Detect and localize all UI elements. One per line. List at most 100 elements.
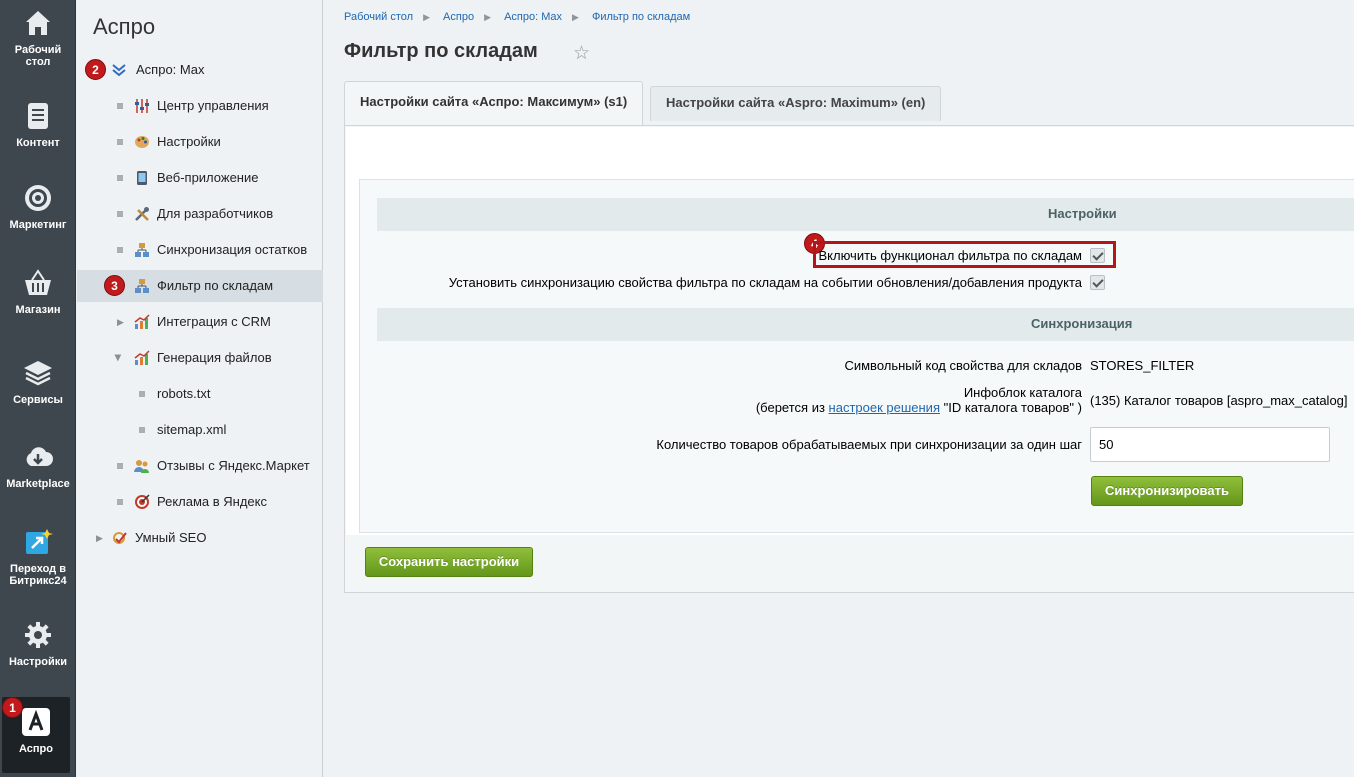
menu-item-developers[interactable]: Для разработчиков bbox=[77, 198, 323, 230]
menu-item-yandex-market-reviews[interactable]: Отзывы с Яндекс.Маркет bbox=[77, 450, 323, 482]
menu-item-stores-filter[interactable]: 3 Фильтр по складам bbox=[77, 270, 323, 302]
target-icon bbox=[135, 494, 150, 509]
iblock-value: (135) Каталог товаров [aspro_max_catalog… bbox=[1090, 393, 1348, 408]
rail-label: Контент bbox=[16, 137, 60, 149]
breadcrumb-link[interactable]: Аспро bbox=[443, 11, 474, 23]
rail-shop[interactable]: Магазин bbox=[0, 268, 76, 316]
step-badge: 1 bbox=[2, 697, 23, 718]
expand-arrow-icon[interactable]: ▶ bbox=[117, 306, 124, 338]
network-icon bbox=[135, 243, 149, 257]
menu-item-sitemap[interactable]: sitemap.xml bbox=[77, 414, 323, 446]
menu-item-label: Умный SEO bbox=[135, 530, 207, 545]
iblock-label-suffix: "ID каталога товаров" ) bbox=[939, 400, 1082, 415]
menu-root-aspro-max[interactable]: 2 Аспро: Max bbox=[77, 54, 323, 86]
menu-item-control-center[interactable]: Центр управления bbox=[77, 90, 323, 122]
property-code-label: Символьный код свойства для складов bbox=[844, 358, 1082, 373]
rail-bitrix24[interactable]: Переход в Битрикс24 bbox=[0, 527, 76, 587]
breadcrumb-link[interactable]: Рабочий стол bbox=[344, 11, 413, 23]
gear-icon bbox=[25, 622, 51, 648]
breadcrumb-link[interactable]: Фильтр по складам bbox=[592, 11, 690, 23]
bullet-icon bbox=[139, 427, 145, 433]
iblock-label-prefix: (берется из bbox=[755, 400, 829, 415]
menu-item-label: Интеграция с CRM bbox=[157, 314, 271, 329]
collapse-arrow-icon[interactable]: ▶ bbox=[102, 355, 134, 362]
chevron-right-icon: ▶ bbox=[484, 12, 491, 22]
users-icon bbox=[134, 460, 149, 473]
enable-filter-checkbox[interactable] bbox=[1090, 248, 1105, 263]
rail-label: стол bbox=[25, 56, 51, 68]
tab-site-en[interactable]: Настройки сайта «Aspro: Maximum» (en) bbox=[650, 86, 942, 121]
iblock-label-title: Инфоблок каталога bbox=[963, 385, 1082, 400]
bullet-icon bbox=[117, 211, 123, 217]
menu-item-label: Фильтр по складам bbox=[157, 278, 274, 293]
aspro-logo-icon bbox=[22, 708, 50, 736]
star-icon[interactable]: ☆ bbox=[573, 42, 590, 65]
home-icon bbox=[26, 11, 50, 35]
items-per-step-label: Количество товаров обрабатываемых при си… bbox=[656, 437, 1082, 452]
menu-item-label: Центр управления bbox=[157, 98, 269, 113]
left-rail: Рабочий стол Контент Маркетинг Магазин С… bbox=[0, 0, 76, 777]
chevron-right-icon: ▶ bbox=[423, 12, 430, 22]
phone-icon bbox=[137, 171, 147, 185]
menu-item-label: Реклама в Яндекс bbox=[157, 494, 267, 509]
target-icon bbox=[25, 185, 51, 211]
aspro-chevron-icon bbox=[112, 64, 126, 77]
bullet-icon bbox=[117, 139, 123, 145]
rail-label: Битрикс24 bbox=[9, 575, 67, 587]
iblock-label: Инфоблок каталога (берется из настроек р… bbox=[756, 385, 1082, 415]
tools-icon bbox=[135, 207, 149, 221]
menu-item-robots[interactable]: robots.txt bbox=[77, 378, 323, 410]
expand-arrow-icon[interactable]: ▶ bbox=[96, 522, 103, 554]
seo-icon bbox=[113, 532, 127, 544]
menu-item-stock-sync[interactable]: Синхронизация остатков bbox=[77, 234, 323, 266]
section-menu: Аспро 2 Аспро: Max Центр управления Наст… bbox=[77, 0, 323, 777]
sync-property-checkbox[interactable] bbox=[1090, 275, 1105, 290]
menu-item-label: Отзывы с Яндекс.Маркет bbox=[157, 458, 310, 473]
rail-marketing[interactable]: Маркетинг bbox=[0, 183, 76, 231]
menu-item-file-generation[interactable]: ▶ Генерация файлов bbox=[77, 342, 323, 374]
synchronize-button[interactable]: Синхронизировать bbox=[1091, 476, 1243, 506]
bullet-icon bbox=[117, 247, 123, 253]
bullet-icon bbox=[117, 499, 123, 505]
step-badge: 2 bbox=[85, 59, 106, 80]
property-code-value: STORES_FILTER bbox=[1090, 358, 1195, 373]
bullet-icon bbox=[117, 103, 123, 109]
page-title: Фильтр по складам bbox=[344, 40, 538, 62]
cloud-download-icon bbox=[26, 447, 53, 466]
sync-property-label: Установить синхронизацию свойства фильтр… bbox=[448, 275, 1082, 290]
tab-site-s1[interactable]: Настройки сайта «Аспро: Максимум» (s1) bbox=[344, 81, 644, 127]
external-link-icon bbox=[26, 529, 53, 554]
enable-filter-label: Включить функционал фильтра по складам bbox=[818, 248, 1083, 263]
document-icon bbox=[28, 103, 48, 129]
menu-item-label: sitemap.xml bbox=[157, 422, 227, 437]
rail-content[interactable]: Контент bbox=[0, 101, 76, 149]
rail-services[interactable]: Сервисы bbox=[0, 358, 76, 406]
rail-label: Рабочий bbox=[14, 44, 62, 56]
menu-item-smart-seo[interactable]: ▶ Умный SEO bbox=[77, 522, 323, 554]
rail-label: Аспро bbox=[19, 743, 53, 755]
chart-icon bbox=[134, 314, 150, 329]
menu-item-label: Настройки bbox=[157, 134, 221, 149]
menu-item-label: Для разработчиков bbox=[157, 206, 274, 221]
menu-item-crm[interactable]: ▶ Интеграция с CRM bbox=[77, 306, 323, 338]
rail-settings[interactable]: Настройки bbox=[0, 620, 76, 668]
menu-item-label: Синхронизация остатков bbox=[157, 242, 308, 257]
section-header-sync: Синхронизация bbox=[377, 308, 1354, 341]
rail-label: Marketplace bbox=[6, 478, 70, 490]
step-badge: 3 bbox=[104, 275, 125, 296]
breadcrumb-link[interactable]: Аспро: Max bbox=[504, 11, 562, 23]
bullet-icon bbox=[117, 463, 123, 469]
menu-item-settings[interactable]: Настройки bbox=[77, 126, 323, 158]
save-settings-button[interactable]: Сохранить настройки bbox=[365, 547, 533, 577]
chevron-right-icon: ▶ bbox=[571, 12, 579, 22]
menu-item-yandex-ads[interactable]: Реклама в Яндекс bbox=[77, 486, 323, 518]
items-per-step-input[interactable]: 50 bbox=[1090, 427, 1330, 462]
rail-marketplace[interactable]: Marketplace bbox=[0, 442, 76, 490]
sliders-icon bbox=[135, 99, 149, 113]
basket-icon bbox=[25, 269, 51, 295]
chart-icon bbox=[134, 350, 150, 365]
rail-label: Сервисы bbox=[13, 394, 63, 406]
rail-desktop[interactable]: Рабочий стол bbox=[0, 8, 76, 68]
solution-settings-link[interactable]: настроек решения bbox=[829, 400, 940, 415]
menu-item-web-app[interactable]: Веб-приложение bbox=[77, 162, 323, 194]
